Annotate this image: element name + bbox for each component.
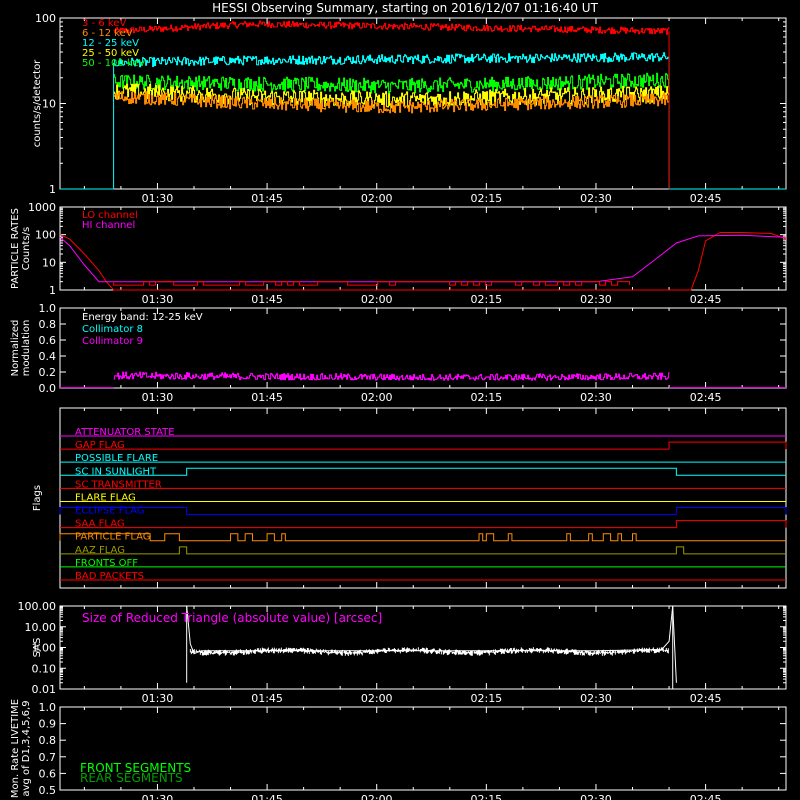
legend-entry: Collimator 9 [82, 336, 143, 347]
x-tick-label: 01:45 [251, 192, 283, 205]
y-tick-label: 0.9 [39, 718, 57, 731]
y-tick-label: 0.01 [32, 683, 57, 696]
x-tick-label: 01:30 [142, 692, 174, 705]
x-tick-label: 01:30 [142, 793, 174, 800]
observing-summary-figure: HESSI Observing Summary, starting on 201… [0, 0, 800, 800]
x-tick-label: 01:30 [142, 391, 174, 404]
y-tick-label: 0.8 [39, 734, 57, 747]
x-tick-label: 02:00 [361, 793, 393, 800]
figure-background [0, 0, 800, 800]
x-tick-label: 02:45 [690, 192, 722, 205]
y-tick-label: 10 [42, 98, 56, 111]
y-tick-label: 0.10 [32, 662, 57, 675]
x-tick-label: 02:45 [690, 793, 722, 800]
flag-label: FLARE FLAG [75, 492, 136, 503]
flag-label: BAD PACKETS [75, 571, 144, 582]
y-tick-label: 0.5 [39, 784, 57, 797]
y-tick-label: 1 [49, 183, 56, 196]
x-tick-label: 02:15 [470, 192, 502, 205]
x-tick-label: 02:00 [361, 192, 393, 205]
y-tick-label: 1 [49, 284, 56, 297]
legend-entry: 50 - 100 keV [82, 58, 146, 69]
x-tick-label: 02:30 [580, 391, 612, 404]
x-tick-label: 02:00 [361, 391, 393, 404]
flag-label: PARTICLE FLAG [75, 532, 151, 543]
flag-label: GAP FLAG [75, 440, 125, 451]
flag-label: ECLIPSE FLAG [75, 506, 145, 517]
x-tick-label: 01:45 [251, 692, 283, 705]
flag-label: POSSIBLE FLARE [75, 453, 158, 464]
y-tick-label: 0.8 [39, 318, 57, 331]
y-tick-label: 1000 [28, 201, 56, 214]
flag-label: SAA FLAG [75, 519, 125, 530]
x-tick-label: 02:00 [361, 692, 393, 705]
figure-title: HESSI Observing Summary, starting on 201… [212, 1, 598, 15]
flag-label: SC IN SUNLIGHT [75, 466, 157, 477]
y-tick-label: 0.0 [39, 382, 57, 395]
y-tick-label: 10 [42, 256, 56, 269]
flag-label: SC TRANSMITTER [75, 479, 162, 490]
y-tick-label: 0.4 [39, 350, 57, 363]
y-axis-label: Flags [32, 485, 43, 511]
y-tick-label: 1.00 [32, 642, 57, 655]
legend-entry: REAR SEGMENTS [80, 771, 183, 785]
y-tick-label: 100 [35, 229, 56, 242]
x-tick-label: 01:30 [142, 192, 174, 205]
legend-entry: Collimator 8 [82, 324, 143, 335]
x-tick-label: 01:45 [251, 793, 283, 800]
flag-label: FRONTS OFF [75, 558, 138, 569]
x-tick-label: 01:45 [251, 293, 283, 306]
x-tick-label: 02:30 [580, 192, 612, 205]
y-tick-label: 1.0 [39, 701, 57, 714]
flag-label: ATTENUATOR STATE [75, 427, 175, 438]
y-tick-label: 0.2 [39, 366, 57, 379]
y-tick-label: 100.00 [18, 600, 57, 613]
legend-entry: HI channel [82, 220, 135, 231]
x-tick-label: 02:15 [470, 293, 502, 306]
x-tick-label: 02:00 [361, 293, 393, 306]
x-tick-label: 02:45 [690, 391, 722, 404]
y-tick-label: 100 [35, 12, 56, 25]
x-tick-label: 02:30 [580, 793, 612, 800]
x-tick-label: 02:15 [470, 793, 502, 800]
y-axis-label: Mon. Rate LIVETIMEavg of D1,3,4,5,6,9 [10, 699, 32, 798]
x-tick-label: 02:45 [690, 293, 722, 306]
annotation: Energy band: 12-25 keV [82, 312, 203, 323]
x-tick-label: 02:30 [580, 692, 612, 705]
x-tick-label: 01:45 [251, 391, 283, 404]
x-tick-label: 01:30 [142, 293, 174, 306]
y-tick-label: 10.00 [25, 621, 57, 634]
flag-label: AAZ FLAG [75, 545, 125, 556]
x-tick-label: 02:15 [470, 692, 502, 705]
y-tick-label: 1.0 [39, 302, 57, 315]
x-tick-label: 02:30 [580, 293, 612, 306]
y-tick-label: 0.6 [39, 334, 57, 347]
y-tick-label: 0.6 [39, 767, 57, 780]
y-tick-label: 0.7 [39, 751, 57, 764]
y-axis-label: Normalizedmodulation [10, 320, 32, 377]
x-tick-label: 02:45 [690, 692, 722, 705]
x-tick-label: 02:15 [470, 391, 502, 404]
annotation: Size of Reduced Triangle (absolute value… [82, 611, 382, 625]
